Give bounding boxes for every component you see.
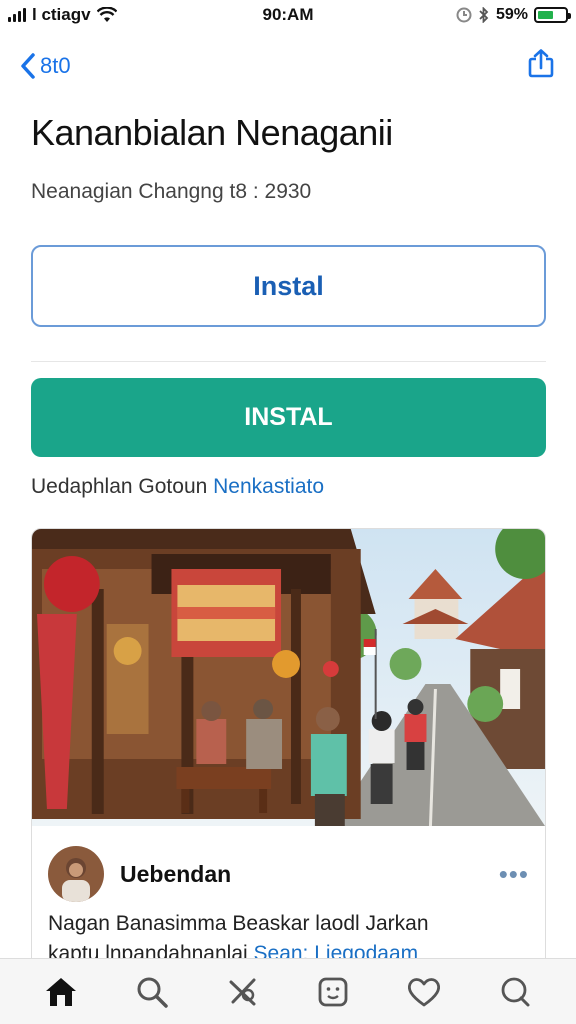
divider: [31, 361, 546, 362]
more-options-button[interactable]: •••: [499, 859, 529, 890]
tools-icon: [229, 978, 256, 1005]
battery-icon: [534, 7, 571, 23]
status-right: 59%: [456, 6, 571, 24]
battery-percent: 59%: [495, 6, 528, 23]
page-subtitle: Neanagian Changng t8 : 2930: [31, 180, 312, 203]
tab-home[interactable]: [37, 968, 85, 1016]
signal-icon: [8, 8, 26, 22]
bluetooth-icon: [479, 7, 489, 23]
tab-face[interactable]: [309, 968, 357, 1016]
heart-icon: [407, 977, 440, 1006]
post-text-line-1: Nagan Banasimma Beaskar laodl Jarkan: [48, 912, 429, 935]
back-button[interactable]: 8t0: [20, 52, 71, 80]
search-icon: [137, 977, 168, 1008]
chevron-left-icon: [21, 53, 35, 79]
tab-messages[interactable]: [491, 968, 539, 1016]
install-outline-button[interactable]: Instal: [31, 245, 546, 327]
tab-favorites[interactable]: [400, 968, 448, 1016]
update-link[interactable]: Nenkastiato: [213, 475, 324, 498]
status-left: l ctiagv: [8, 5, 117, 25]
back-label: 8t0: [40, 53, 71, 78]
post-header: Uebendan •••: [48, 845, 529, 903]
status-bar: l ctiagv 90:AM 59%: [0, 0, 576, 30]
install-primary-button[interactable]: INSTAL: [31, 378, 546, 457]
share-button[interactable]: [526, 48, 556, 85]
carrier-label: l ctiagv: [32, 5, 91, 24]
update-prefix: Uedaphlan Gotoun: [31, 475, 214, 498]
post-card[interactable]: Uebendan ••• Nagan Banasimma Beaskar lao…: [31, 528, 546, 988]
page-title: Kananbialan Nenaganii: [31, 112, 393, 153]
share-icon: [528, 48, 554, 77]
wifi-icon: [96, 7, 117, 22]
home-icon: [46, 977, 77, 1006]
tab-search[interactable]: [128, 968, 176, 1016]
battery-level: [538, 11, 554, 19]
tab-bar: [0, 958, 576, 1024]
update-info: Uedaphlan Gotoun Nenkastiato: [31, 475, 324, 499]
post-photo[interactable]: [32, 529, 545, 826]
post-author[interactable]: Uebendan: [120, 861, 231, 888]
tab-tools[interactable]: [219, 968, 267, 1016]
avatar[interactable]: [48, 846, 104, 902]
chat-icon: [501, 977, 530, 1006]
face-icon: [318, 977, 348, 1006]
nav-bar: 8t0: [0, 44, 576, 88]
alarm-icon: [456, 7, 472, 23]
